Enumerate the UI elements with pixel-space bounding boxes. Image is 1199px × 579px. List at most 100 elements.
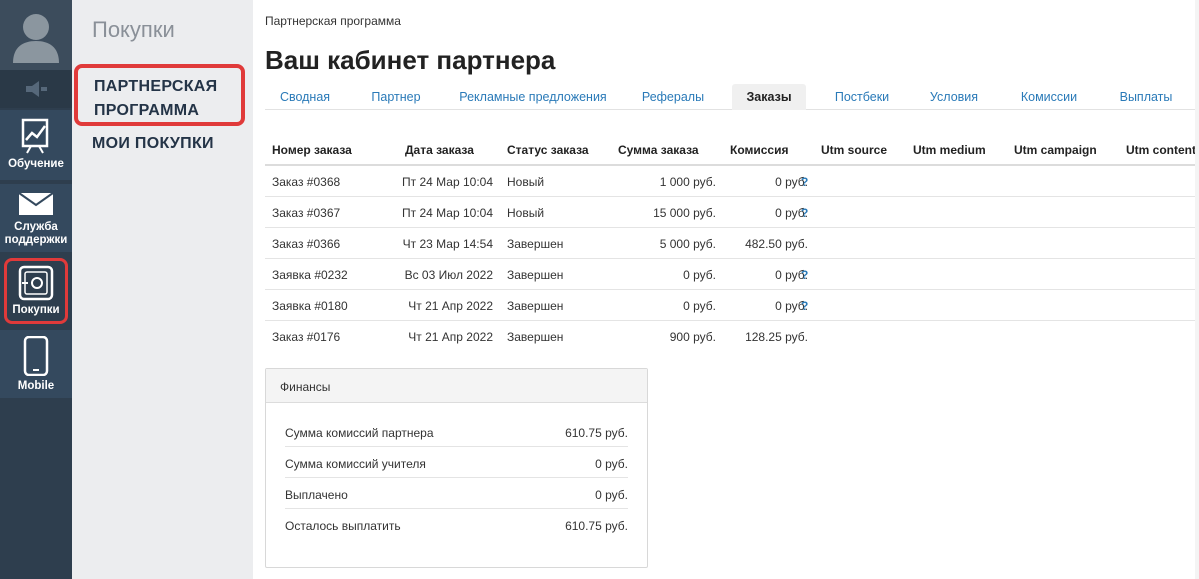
table-row: Заказ #0176 Чт 21 Апр 2022 Завершен 900 руб… [265,321,1199,352]
finance-label: Сумма комиссий учителя [285,457,426,471]
commission-help-icon[interactable]: ? [801,175,808,189]
table-body: Заказ #0368 Пт 24 Мар 10:04 Новый 1 000 руб… [265,166,1199,352]
tab-payouts[interactable]: Выплаты [1108,84,1184,110]
envelope-icon [18,192,54,215]
user-avatar[interactable] [0,0,72,70]
finance-row: Сумма комиссий учителя 0 руб. [285,447,628,478]
order-status: Завершен [507,299,564,313]
col-utm-source[interactable]: Utm source [821,143,887,157]
col-utm-content[interactable]: Utm content [1126,143,1196,157]
table-row: Заявка #0232 Вс 03 Июл 2022 Завершен 0 руб.… [265,259,1199,290]
section-title: Покупки [92,17,175,42]
finance-value: 0 руб. [595,457,628,471]
subnav-item-my-purchases[interactable]: МОИ ПОКУПКИ [92,135,214,153]
app-rail: Обучение Служба поддержки Покупки Mobile [0,0,72,579]
sound-toggle[interactable] [0,70,72,108]
order-commission: 0 руб. [775,175,808,189]
col-order-date[interactable]: Дата заказа [405,143,474,157]
order-number[interactable]: Заявка #0180 [272,299,348,313]
scrollbar-track[interactable] [1195,0,1199,579]
rail-label-learning: Обучение [8,158,64,170]
subnav-partner-line2: ПРОГРАММА [94,102,200,119]
finance-title: Финансы [266,369,647,403]
col-commission[interactable]: Комиссия [730,143,788,157]
rail-label-mobile: Mobile [17,380,55,392]
safe-icon [18,265,54,301]
main-content: Партнерская программа Ваш кабинет партне… [253,0,1199,579]
subnav-item-partner-program[interactable]: ПАРТНЕРСКАЯ ПРОГРАММА [74,64,245,126]
order-sum: 0 руб. [683,268,716,282]
order-status: Новый [507,206,545,220]
order-status: Завершен [507,330,564,344]
order-status: Завершен [507,268,564,282]
breadcrumb[interactable]: Партнерская программа [265,14,401,28]
chart-board-icon [21,118,49,154]
order-date: Пт 24 Мар 10:04 [402,206,493,220]
order-sum: 0 руб. [683,299,716,313]
order-commission: 0 руб. [775,268,808,282]
order-date: Вс 03 Июл 2022 [404,268,493,282]
table-row: Заявка #0180 Чт 21 Апр 2022 Завершен 0 руб.… [265,290,1199,321]
rail-item-mobile[interactable]: Mobile [0,330,72,398]
order-sum: 1 000 руб. [659,175,716,189]
order-number[interactable]: Заказ #0368 [272,175,340,189]
finance-value: 610.75 руб. [565,426,628,440]
order-commission: 482.50 руб. [745,237,808,251]
table-row: Заказ #0366 Чт 23 Мар 14:54 Завершен 5 000 … [265,228,1199,259]
tab-partner[interactable]: Партнер [361,84,431,110]
rail-item-purchases[interactable]: Покупки [4,258,68,324]
col-order-number[interactable]: Номер заказа [272,143,352,157]
order-sum: 5 000 руб. [659,237,716,251]
order-status: Завершен [507,237,564,251]
finance-value: 0 руб. [595,488,628,502]
commission-help-icon[interactable]: ? [801,206,808,220]
rail-item-learning[interactable]: Обучение [0,110,72,180]
order-status: Новый [507,175,545,189]
page-title: Ваш кабинет партнера [265,45,556,75]
order-date: Чт 21 Апр 2022 [408,330,493,344]
finance-row: Осталось выплатить 610.75 руб. [285,509,628,540]
order-date: Чт 21 Апр 2022 [408,299,493,313]
speaker-icon [26,81,47,97]
tab-offers[interactable]: Рекламные предложения [453,84,613,110]
col-utm-medium[interactable]: Utm medium [913,143,986,157]
commission-help-icon[interactable]: ? [801,299,808,313]
finance-panel: Финансы Сумма комиссий партнера 610.75 р… [265,368,648,568]
finance-body: Сумма комиссий партнера 610.75 руб. Сумм… [266,403,647,540]
finance-value: 610.75 руб. [565,519,628,533]
col-utm-campaign[interactable]: Utm campaign [1014,143,1097,157]
order-date: Чт 23 Мар 14:54 [402,237,493,251]
orders-table: Номер заказа Дата заказа Статус заказа С… [265,132,1199,352]
finance-label: Осталось выплатить [285,519,401,533]
tab-orders[interactable]: Заказы [732,84,806,110]
order-sum: 15 000 руб. [653,206,716,220]
tab-terms[interactable]: Условия [920,84,988,110]
subnav-partner-line1: ПАРТНЕРСКАЯ [94,78,218,95]
tab-postbacks[interactable]: Постбеки [825,84,899,110]
order-number[interactable]: Заказ #0176 [272,330,340,344]
rail-item-support[interactable]: Служба поддержки [0,184,72,252]
tab-referrals[interactable]: Рефералы [633,84,713,110]
rail-label-support-1: Служба [14,221,58,233]
phone-icon [23,336,49,376]
order-number[interactable]: Заявка #0232 [272,268,348,282]
finance-label: Выплачено [285,488,348,502]
table-header: Номер заказа Дата заказа Статус заказа С… [265,132,1199,166]
rail-label-support-2: поддержки [4,234,68,246]
col-order-sum[interactable]: Сумма заказа [618,143,699,157]
tab-bar: Сводная Партнер Рекламные предложения Ре… [265,84,1199,110]
finance-row: Сумма комиссий партнера 610.75 руб. [285,416,628,447]
tab-commissions[interactable]: Комиссии [1011,84,1087,110]
section-sidebar: Покупки ПАРТНЕРСКАЯ ПРОГРАММА МОИ ПОКУПК… [72,0,253,579]
order-number[interactable]: Заказ #0366 [272,237,340,251]
commission-help-icon[interactable]: ? [801,268,808,282]
col-order-status[interactable]: Статус заказа [507,143,589,157]
avatar-icon [13,14,59,63]
order-number[interactable]: Заказ #0367 [272,206,340,220]
table-row: Заказ #0368 Пт 24 Мар 10:04 Новый 1 000 руб… [265,166,1199,197]
order-date: Пт 24 Мар 10:04 [402,175,493,189]
order-commission: 128.25 руб. [745,330,808,344]
tab-summary[interactable]: Сводная [265,84,345,110]
rail-label-purchases: Покупки [12,304,60,316]
table-row: Заказ #0367 Пт 24 Мар 10:04 Новый 15 000 ру… [265,197,1199,228]
